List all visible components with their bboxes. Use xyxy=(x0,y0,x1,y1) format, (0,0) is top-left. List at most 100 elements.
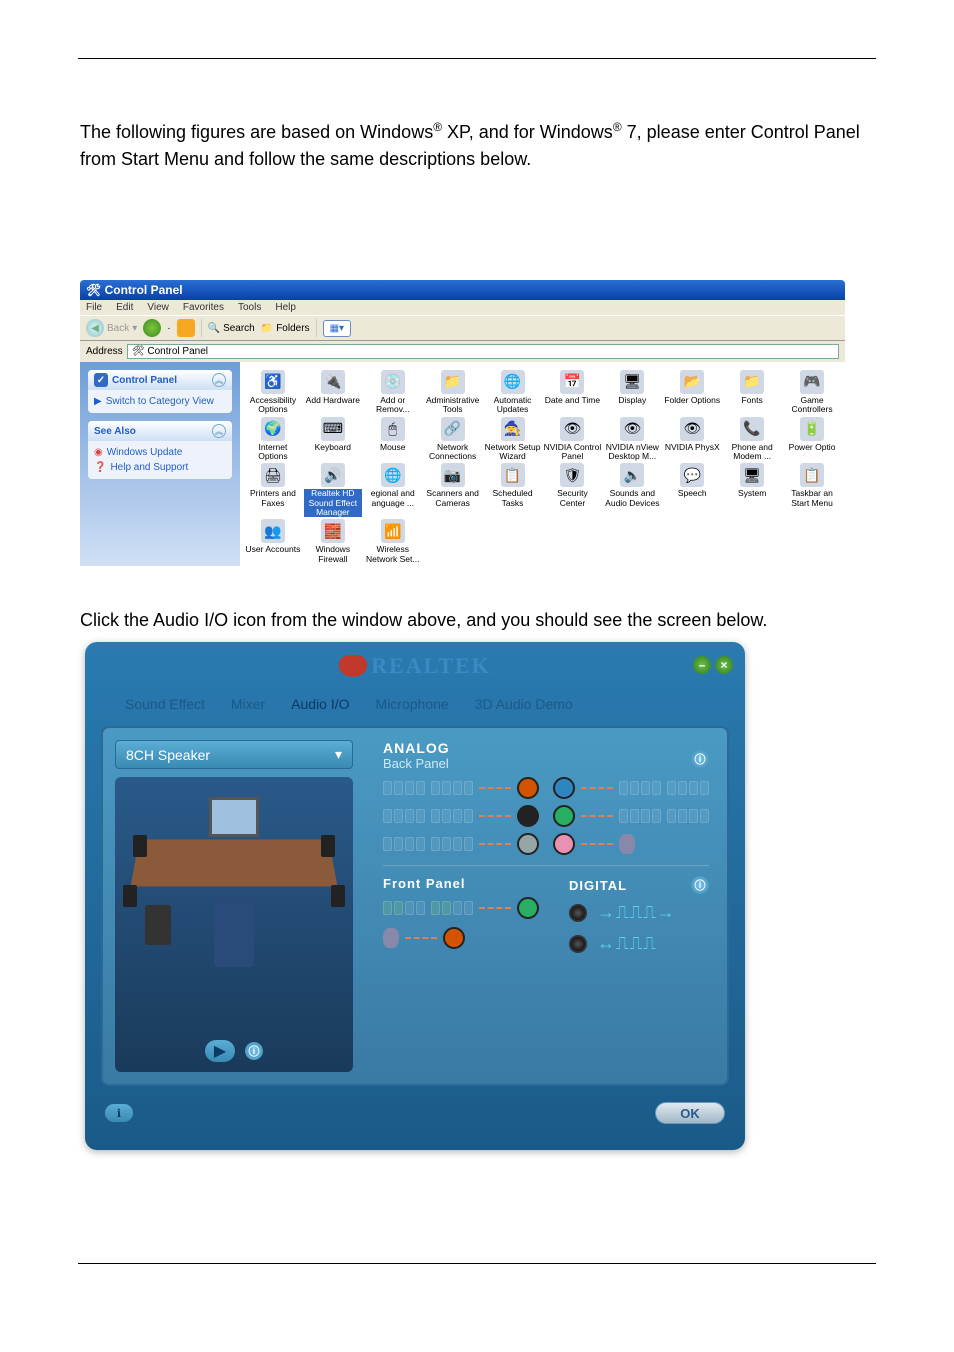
folders-button[interactable]: 📁 Folders xyxy=(261,323,310,334)
help-support-link[interactable]: ❓Help and Support xyxy=(94,460,226,475)
speaker-info-button[interactable]: ⓘ xyxy=(245,1042,263,1060)
audio-jack[interactable] xyxy=(553,805,575,827)
control-panel-item[interactable]: 🖱Mouse xyxy=(364,417,422,462)
ok-button[interactable]: OK xyxy=(655,1102,725,1124)
switch-view-label: Switch to Category View xyxy=(106,396,214,407)
volume-meter xyxy=(431,809,473,823)
menu-tools[interactable]: Tools xyxy=(238,302,261,313)
collapse-icon[interactable]: ︽ xyxy=(212,373,226,387)
spdif-out-coax[interactable]: ↔⎍⎍⎍ xyxy=(569,933,709,954)
address-field[interactable]: 🛠 Control Panel xyxy=(127,344,839,359)
play-button[interactable]: ▶ xyxy=(205,1040,235,1062)
cp-item-icon: 🧱 xyxy=(321,519,345,543)
cp-item-icon: 📂 xyxy=(680,370,704,394)
digital-settings-button[interactable]: ⓘ xyxy=(691,876,709,894)
control-panel-item[interactable]: 👁NVIDIA nView Desktop M... xyxy=(603,417,661,462)
up-button[interactable] xyxy=(177,319,195,337)
control-panel-item[interactable]: 📋Taskbar an Start Menu xyxy=(783,463,841,517)
control-panel-item[interactable]: 👁NVIDIA Control Panel xyxy=(544,417,602,462)
cp-item-label: Phone and Modem ... xyxy=(723,443,781,462)
menu-view[interactable]: View xyxy=(147,302,169,313)
windows-update-link[interactable]: ◉Windows Update xyxy=(94,445,226,460)
control-panel-item[interactable]: ⌨Keyboard xyxy=(304,417,362,462)
control-panel-item[interactable]: 🔌Add Hardware xyxy=(304,370,362,415)
volume-meter xyxy=(383,781,425,795)
control-panel-item[interactable]: 🖥System xyxy=(723,463,781,517)
control-panel-item[interactable]: 📁Fonts xyxy=(723,370,781,415)
speaker-front-right[interactable] xyxy=(321,835,335,857)
control-panel-item[interactable]: 🌍 Internet Options xyxy=(244,417,302,462)
speaker-surround-left[interactable] xyxy=(123,885,137,907)
forward-button[interactable] xyxy=(143,319,161,337)
analog-settings-button[interactable]: ⓘ xyxy=(691,750,709,768)
control-panel-icon: 🛠 xyxy=(86,283,105,297)
control-panel-item[interactable]: 🔋Power Optio xyxy=(783,417,841,462)
minimize-button[interactable]: – xyxy=(693,656,711,674)
menu-file[interactable]: File xyxy=(86,302,102,313)
audio-jack[interactable] xyxy=(553,833,575,855)
audio-jack[interactable] xyxy=(517,833,539,855)
control-panel-item[interactable]: 📶Wireless Network Set... xyxy=(364,519,422,564)
audio-jack[interactable] xyxy=(517,777,539,799)
control-panel-item[interactable]: 🧙Network Setup Wizard xyxy=(484,417,542,462)
control-panel-item[interactable]: 🌐Automatic Updates xyxy=(484,370,542,415)
control-panel-item[interactable]: 💬Speech xyxy=(663,463,721,517)
tab-microphone[interactable]: Microphone xyxy=(376,696,449,712)
control-panel-item[interactable]: 🔈Sounds and Audio Devices xyxy=(603,463,661,517)
control-panel-item[interactable]: 🎮Game Controllers xyxy=(783,370,841,415)
tab-audio-io[interactable]: Audio I/O xyxy=(291,696,349,712)
audio-jack[interactable] xyxy=(517,805,539,827)
speaker-mode-dropdown[interactable]: 8CH Speaker ▾ xyxy=(115,740,353,769)
control-panel-item[interactable]: 🧱Windows Firewall xyxy=(304,519,362,564)
control-panel-item[interactable]: 👥User Accounts xyxy=(244,519,302,564)
panel-header[interactable]: ✓Control Panel ︽ xyxy=(88,370,232,390)
menu-help[interactable]: Help xyxy=(275,302,296,313)
views-button[interactable]: ▦▾ xyxy=(323,320,351,337)
volume-meter xyxy=(383,837,425,851)
room-chair xyxy=(214,897,254,967)
control-panel-item[interactable]: 🖥Display xyxy=(603,370,661,415)
control-panel-item[interactable]: 📅Date and Time xyxy=(544,370,602,415)
control-panel-item[interactable]: 📞 Phone and Modem ... xyxy=(723,417,781,462)
tab-sound-effect[interactable]: Sound Effect xyxy=(125,696,205,712)
audio-jack[interactable] xyxy=(517,897,539,919)
spdif-out-optical[interactable]: →⎍⎍⎍→ xyxy=(569,902,709,923)
panel-title: Control Panel xyxy=(112,375,177,386)
control-panel-item[interactable]: ♿Accessibility Options xyxy=(244,370,302,415)
audio-jack[interactable] xyxy=(443,927,465,949)
close-button[interactable]: × xyxy=(715,656,733,674)
speaker-surround-right[interactable] xyxy=(331,885,345,907)
control-panel-item[interactable]: 🖨Printers and Faxes xyxy=(244,463,302,517)
control-panel-item[interactable]: 🔊Realtek HD Sound Effect Manager xyxy=(304,463,362,517)
control-panel-item[interactable]: 📷Scanners and Cameras xyxy=(424,463,482,517)
toolbar: ◀ Back ▾ · 🔍 Search 📁 Folders ▦▾ xyxy=(80,315,845,341)
control-panel-item[interactable]: 📁Administrative Tools xyxy=(424,370,482,415)
switch-category-view-link[interactable]: ▶Switch to Category View xyxy=(94,394,226,409)
speaker-room-illustration: ▶ ⓘ xyxy=(115,777,353,1072)
back-button[interactable]: ◀ Back ▾ xyxy=(86,319,137,337)
control-panel-item[interactable]: 💿Add or Remov... xyxy=(364,370,422,415)
panel-header[interactable]: See Also ︽ xyxy=(88,421,232,441)
search-button[interactable]: 🔍 Search xyxy=(208,323,255,334)
room-monitor xyxy=(209,797,259,837)
help-button[interactable]: ℹ xyxy=(105,1104,133,1122)
control-panel-item[interactable]: 👁NVIDIA PhysX xyxy=(663,417,721,462)
control-panel-item[interactable]: 🌐egional and anguage ... xyxy=(364,463,422,517)
control-panel-item[interactable]: 🔗Network Connections xyxy=(424,417,482,462)
control-panel-item[interactable]: 📂Folder Options xyxy=(663,370,721,415)
menu-favorites[interactable]: Favorites xyxy=(183,302,224,313)
cp-item-icon: 📞 xyxy=(740,417,764,441)
control-panel-item[interactable]: 🛡Security Center xyxy=(544,463,602,517)
volume-meter xyxy=(431,837,473,851)
tab-mixer[interactable]: Mixer xyxy=(231,696,265,712)
cp-item-label: Internet Options xyxy=(244,443,302,462)
control-panel-item[interactable]: 📋Scheduled Tasks xyxy=(484,463,542,517)
audio-jack[interactable] xyxy=(553,777,575,799)
menu-edit[interactable]: Edit xyxy=(116,302,133,313)
collapse-icon[interactable]: ︽ xyxy=(212,424,226,438)
instr1-b: XP, and for Windows xyxy=(442,122,613,142)
speaker-front-left[interactable] xyxy=(133,835,147,857)
tab-3d-audio-demo[interactable]: 3D Audio Demo xyxy=(475,696,573,712)
cp-item-icon: 🌍 xyxy=(261,417,285,441)
help-icon: ℹ xyxy=(117,1107,121,1120)
